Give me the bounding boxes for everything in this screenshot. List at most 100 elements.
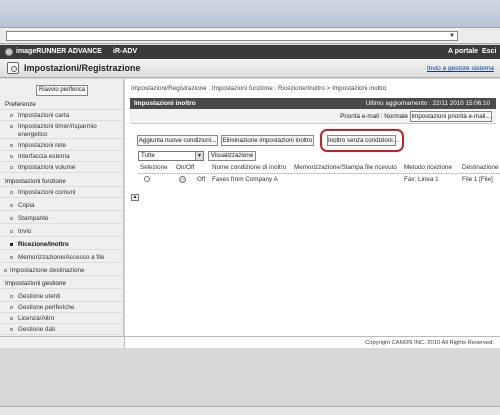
column-header-onoff: On/Off [176,164,195,171]
sidebar-item-data-management[interactable]: Gestione dati [0,324,123,335]
settings-icon [7,62,19,74]
sidebar-item-license[interactable]: Licenza/Altro [0,313,123,324]
copyright: Copyright CANON INC. 2010 All Rights Res… [365,340,494,346]
email-priority-settings-button[interactable]: Impostazioni priorità e-mail... [410,111,492,122]
section-header: Impostazioni inoltro Ultimo aggiornament… [130,98,496,109]
last-update: Ultimo aggiornamento : 22/11 2010 15:06:… [365,100,490,107]
sidebar-item-label: Impostazioni carta [18,112,70,119]
sidebar-item-timer-energy[interactable]: Impostazioni timer/risparmio energetico [0,121,123,139]
sidebar-item-label: Memorizzazione/Accesso a file [18,254,105,261]
sidebar-item-network[interactable]: Impostazioni rete [0,140,123,151]
sidebar-item-label: Copia [18,202,35,209]
sidebar-item-common[interactable]: Impostazioni comuni [0,187,123,198]
page-title: Impostazioni/Registrazione [24,63,141,73]
bullet-icon [10,144,13,147]
sidebar-item-label: Licenza/Altro [18,315,55,322]
filter-value: Tutte [141,152,155,159]
address-bar-area: ▼ [0,28,500,44]
browser-toolbar [0,0,500,28]
view-button[interactable]: Visualizzazione [208,151,256,161]
section-title: Impostazioni inoltro [134,100,196,107]
sidebar-item-label: Gestione periferiche [18,304,75,311]
sidebar-item-paper-settings[interactable]: Impostazioni carta [0,110,123,121]
sidebar-heading-management[interactable]: Impostazioni gestione [0,278,123,289]
bullet-icon [10,166,13,169]
sidebar-heading-preferences[interactable]: Preferenze [0,99,123,110]
address-bar[interactable]: ▼ [6,31,458,41]
sidebar-item-volume[interactable]: Impostazioni volume [0,162,123,173]
breadcrumb: Impostazioni/Registrazione : Impostazion… [131,85,387,92]
sidebar-item-label: Impostazioni rete [18,142,66,149]
portal-link[interactable]: A portale [448,48,478,55]
sidebar-item-label: Gestione utenti [18,293,61,300]
sidebar-item-label: Impostazioni volume [18,164,76,171]
sidebar-item-user-management[interactable]: Gestione utenti [0,291,123,302]
bullet-icon [10,230,13,233]
brand-name: imageRUNNER ADVANCE [16,48,102,55]
title-bar: Impostazioni/Registrazione Invio a gesto… [0,59,500,78]
sidebar-heading-function-settings[interactable]: Impostazioni funzione [0,176,123,187]
browser-background [0,348,500,408]
sidebar-item-label: Preferenze [5,101,36,108]
delete-forward-settings-button[interactable]: Eliminazione impostazioni inoltro [221,135,314,146]
sidebar-item-copy[interactable]: Copia [0,200,123,211]
bullet-icon [10,243,13,246]
bullet-icon [4,269,7,272]
bullet-icon [10,114,13,117]
bullet-icon [10,217,13,220]
main-content: Impostazioni/Registrazione : Impostazion… [125,79,500,336]
row-state: Off [197,176,206,183]
bullet-icon [10,155,13,158]
chevron-down-icon[interactable]: ▼ [195,152,203,160]
column-header-name: Nome condizione di inoltro [212,164,287,171]
bullet-icon [10,295,13,298]
canon-logo-icon [5,48,13,56]
column-header-method: Metodo ricezione [404,164,452,171]
bullet-icon [10,191,13,194]
sidebar-item-label: Invio [18,228,32,235]
sidebar-item-label: Ricezione/Inoltro [18,241,69,248]
row-destination: File 1 [File] [462,176,493,183]
sidebar-item-label: Gestione dati [18,326,56,333]
column-header-store-print: Memorizzazione/Stampa file ricevuto [294,164,397,171]
browser-status-bar [0,406,500,415]
sidebar-item-label: Interfaccia esterna [18,153,70,160]
dropdown-arrow-icon[interactable]: ▼ [447,32,457,40]
row-receive-method: Fax: Linea 1 [404,176,439,183]
sidebar-item-label: Impostazioni funzione [5,178,66,185]
send-to-admin-link[interactable]: Invio a gestore sistema [427,65,494,72]
restart-device-button[interactable]: Riavvio periferica [36,85,88,96]
email-priority-status: Priorità e-mail : Normale [340,113,408,120]
row-condition-name[interactable]: Faxes from Company A [212,176,278,183]
bullet-icon [10,256,13,259]
add-condition-button[interactable]: Aggiunta nuove condizioni... [137,135,218,146]
table-divider [138,173,500,174]
sidebar-item-device-management[interactable]: Gestione periferiche [0,302,123,313]
sidebar-item-receive-forward[interactable]: Ricezione/Inoltro [0,239,123,250]
sidebar-item-destination[interactable]: Impostazione destinazione [0,265,123,276]
sidebar-item-external-interface[interactable]: Interfaccia esterna [0,151,123,162]
sidebar-item-label: Impostazioni comuni [18,189,76,196]
sidebar-item-label: Stampante [18,215,49,222]
footer: Copyright CANON INC. 2010 All Rights Res… [125,336,500,348]
sidebar-item-send[interactable]: Invio [0,226,123,237]
scroll-top-icon[interactable]: ▲ [131,194,139,201]
unconditional-forward-button[interactable]: Inoltro senza condizioni... [327,135,398,146]
bullet-icon [10,317,13,320]
exit-link[interactable]: Esci [482,48,496,55]
row-select-radio[interactable] [144,176,150,182]
model-name: iR-ADV [113,48,138,55]
sidebar-item-label: Impostazioni timer/risparmio energetico [18,123,97,138]
column-header-selection: Selezione [140,164,168,171]
sidebar-footer [0,336,125,348]
sidebar-item-store-access[interactable]: Memorizzazione/Accesso a file [0,252,123,263]
sidebar: Riavvio periferica Preferenze Impostazio… [0,79,124,336]
filter-select[interactable]: Tutte ▼ [138,151,204,161]
app-header: imageRUNNER ADVANCE iR-ADV A portale Esc… [0,45,500,59]
row-onoff-toggle[interactable] [179,176,186,183]
bullet-icon [10,306,13,309]
bullet-icon [10,125,13,128]
sidebar-item-printer[interactable]: Stampante [0,213,123,224]
bullet-icon [10,204,13,207]
column-header-destination: Destinazione [462,164,499,171]
